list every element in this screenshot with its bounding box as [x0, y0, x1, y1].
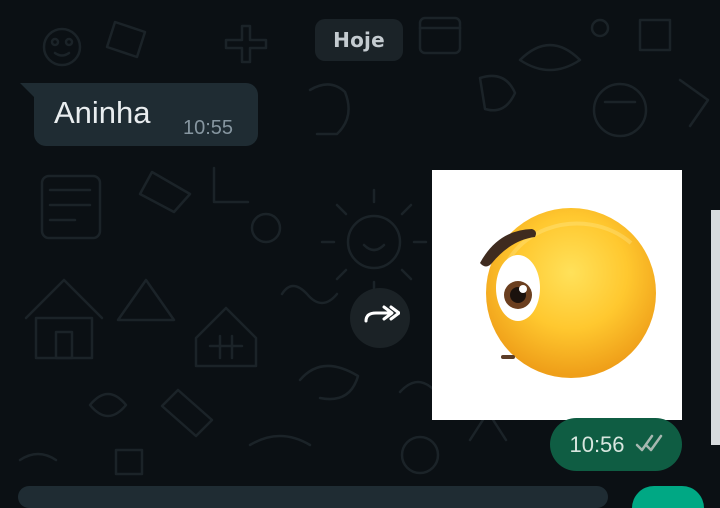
adjacent-panel-edge: [711, 210, 720, 445]
microphone-button[interactable]: [632, 486, 704, 508]
message-composer[interactable]: [18, 486, 608, 508]
message-text: Aninha: [54, 95, 151, 130]
incoming-message[interactable]: Aninha 10:55: [20, 83, 258, 146]
forward-button[interactable]: [350, 288, 410, 348]
message-tail: [20, 83, 36, 99]
double-check-icon: [635, 433, 663, 457]
face-with-raised-eyebrow-sticker: [480, 208, 656, 378]
forward-icon: [360, 301, 401, 335]
sticker-time-badge: 10:56: [550, 418, 682, 471]
sticker-time: 10:56: [569, 431, 625, 457]
outgoing-sticker[interactable]: [432, 170, 682, 420]
message-time: 10:55: [183, 117, 234, 139]
date-separator: Hoje: [315, 19, 403, 61]
date-label: Hoje: [333, 28, 385, 52]
